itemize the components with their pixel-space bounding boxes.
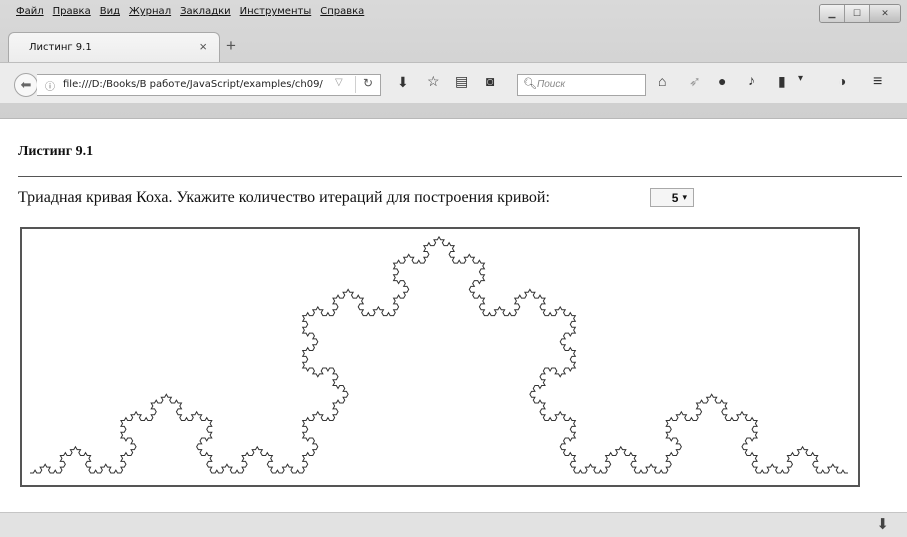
menu-item-6[interactable]: Справка <box>320 6 364 17</box>
back-arrow-icon[interactable]: ⬅ <box>14 73 38 97</box>
menu-item-3[interactable]: Журнал <box>129 6 171 17</box>
maximize-button[interactable]: ☐ <box>845 5 870 22</box>
window-controls: ▁ ☐ ✕ <box>819 4 901 23</box>
search-box[interactable]: 🔍︎ Поиск <box>517 74 646 96</box>
reload-icon[interactable]: ↻ <box>355 76 373 93</box>
address-bar[interactable]: ⓘ file:///D:/Books/В работе/JavaScript/e… <box>37 74 381 96</box>
new-tab-button[interactable]: + <box>226 36 236 56</box>
chat-icon[interactable]: ● <box>718 73 726 89</box>
menu-item-1[interactable]: Правка <box>53 6 91 17</box>
navigation-bar: ⬅ ⓘ file:///D:/Books/В работе/JavaScript… <box>0 62 907 103</box>
search-placeholder: Поиск <box>537 79 566 90</box>
star-icon[interactable]: ☆ <box>427 73 440 90</box>
menu-item-4[interactable]: Закладки <box>180 6 231 17</box>
extension-icon[interactable]: ♪ <box>748 72 755 88</box>
info-icon[interactable]: ⓘ <box>45 78 55 93</box>
menu-item-2[interactable]: Вид <box>100 6 120 17</box>
search-icon: 🔍︎ <box>523 78 537 90</box>
extension-dropdown-icon[interactable]: ▾ <box>798 73 803 84</box>
theme-icon[interactable]: ◑ <box>838 73 846 89</box>
dropdown-icon[interactable]: ▽ <box>335 77 343 88</box>
koch-curve-canvas <box>20 227 860 487</box>
minimize-button[interactable]: ▁ <box>820 5 845 22</box>
browser-chrome: Файл Правка Вид Журнал Закладки Инструменты Сп… <box>0 0 907 119</box>
clipboard-icon[interactable]: ▮ <box>778 73 786 90</box>
koch-curve-path <box>30 235 848 474</box>
tab-listing[interactable]: Листинг 9.1 × <box>8 32 220 63</box>
menu-item-0[interactable]: Файл <box>16 6 44 17</box>
page-title: Листинг 9.1 <box>18 144 94 159</box>
chevron-down-icon: ▾ <box>682 192 687 202</box>
iterations-select[interactable]: 5 ▾ <box>650 188 694 207</box>
status-bar: ⬇ <box>0 512 907 537</box>
divider <box>18 176 902 177</box>
iterations-value: 5 <box>671 190 679 205</box>
download-icon[interactable]: ⬇ <box>397 74 409 91</box>
close-window-button[interactable]: ✕ <box>870 5 900 22</box>
menu-items: Файл Правка Вид Журнал Закладки Инструменты Сп… <box>16 6 364 17</box>
download-status-icon[interactable]: ⬇ <box>876 515 889 533</box>
tab-title: Листинг 9.1 <box>29 42 92 53</box>
hamburger-icon[interactable]: ≡ <box>873 73 882 91</box>
menu-bar: Файл Правка Вид Журнал Закладки Инструменты Сп… <box>0 0 907 24</box>
home-icon[interactable]: ⌂ <box>658 73 666 89</box>
url-text: file:///D:/Books/В работе/JavaScript/exa… <box>63 79 323 90</box>
reading-list-icon[interactable]: ▤ <box>455 73 468 90</box>
tab-close-icon[interactable]: × <box>199 39 207 54</box>
pocket-icon[interactable]: ◙ <box>486 73 494 89</box>
iterations-prompt: Триадная кривая Коха. Укажите количество… <box>18 189 550 206</box>
koch-curve-drawing <box>30 235 848 474</box>
share-icon[interactable]: ➶ <box>689 73 701 90</box>
menu-item-5[interactable]: Инструменты <box>240 6 312 17</box>
